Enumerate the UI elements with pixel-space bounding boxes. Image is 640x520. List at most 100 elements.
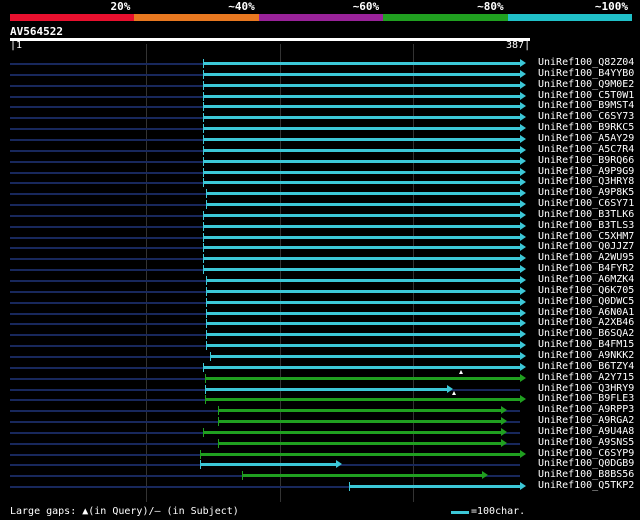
- hit-name-link[interactable]: UniRef100_B6TZY4: [538, 361, 634, 372]
- hit-name-link[interactable]: UniRef100_A9P9G9: [538, 166, 634, 177]
- hit-bar[interactable]: [202, 72, 520, 76]
- hit-bar[interactable]: [202, 268, 520, 272]
- hit-arrow-icon: [520, 189, 526, 198]
- hit-bar[interactable]: [206, 322, 520, 326]
- hit-name-link[interactable]: UniRef100_A6N0A1: [538, 307, 634, 318]
- hit-bar[interactable]: [202, 116, 520, 120]
- hit-bar[interactable]: [202, 127, 520, 131]
- hit-bar[interactable]: [204, 376, 520, 380]
- hit-name-link[interactable]: UniRef100_A9SNS5: [538, 437, 634, 448]
- hit-arrow-icon: [520, 69, 526, 78]
- hit-bar[interactable]: [200, 452, 520, 456]
- hit-name-link[interactable]: UniRef100_C6SY71: [538, 198, 634, 209]
- hit-name-link[interactable]: UniRef100_Q9M0E2: [538, 79, 634, 90]
- hit-name-link[interactable]: UniRef100_B4YYB0: [538, 68, 634, 79]
- hit-name-link[interactable]: UniRef100_B9RQ66: [538, 155, 634, 166]
- hit-name-link[interactable]: UniRef100_B4FYR2: [538, 263, 634, 274]
- hit-name-link[interactable]: UniRef100_Q0DGB9: [538, 458, 634, 469]
- hit-name-link[interactable]: UniRef100_Q0DWC5: [538, 296, 634, 307]
- hit-name-link[interactable]: UniRef100_Q5TKP2: [538, 480, 634, 491]
- hit-bar[interactable]: [202, 235, 520, 239]
- hit-arrow-icon: [520, 362, 526, 371]
- hit-name-link[interactable]: UniRef100_C6SYP9: [538, 448, 634, 459]
- hit-start-mark: [206, 308, 208, 318]
- hit-name-link[interactable]: UniRef100_B3TLK6: [538, 209, 634, 220]
- hit-start-mark: [202, 134, 204, 144]
- hit-bar[interactable]: [204, 387, 448, 391]
- hit-name-link[interactable]: UniRef100_C5XHM7: [538, 231, 634, 242]
- hit-bar[interactable]: [218, 420, 501, 424]
- hit-start-mark: [218, 417, 220, 427]
- hit-name-link[interactable]: UniRef100_C6SY73: [538, 111, 634, 122]
- hit-name-link[interactable]: UniRef100_A9U4A8: [538, 426, 634, 437]
- hit-bar[interactable]: [204, 398, 520, 402]
- hit-name-link[interactable]: UniRef100_C5T0W1: [538, 90, 634, 101]
- hit-arrow-icon: [520, 482, 526, 491]
- hit-bar[interactable]: [218, 409, 501, 413]
- hit-name-link[interactable]: UniRef100_A5C7R4: [538, 144, 634, 155]
- hit-name-link[interactable]: UniRef100_A2XB46: [538, 317, 634, 328]
- hit-bar[interactable]: [206, 289, 520, 293]
- hit-bar[interactable]: [206, 279, 520, 282]
- hit-bar[interactable]: [218, 441, 501, 445]
- hit-name-link[interactable]: UniRef100_Q0JJZ7: [538, 241, 634, 252]
- hit-bar[interactable]: [202, 137, 520, 141]
- hit-bar[interactable]: [349, 485, 520, 489]
- hit-name-link[interactable]: UniRef100_B9MST4: [538, 100, 634, 111]
- hit-bar[interactable]: [202, 105, 520, 109]
- hit-start-mark: [206, 189, 208, 199]
- hit-start-mark: [206, 319, 208, 329]
- hit-bar[interactable]: [202, 365, 520, 369]
- hit-name-link[interactable]: UniRef100_B3TLS3: [538, 220, 634, 231]
- hit-bar[interactable]: [202, 224, 520, 228]
- hit-name-link[interactable]: UniRef100_A2Y715: [538, 372, 634, 383]
- hit-name-link[interactable]: UniRef100_Q82Z04: [538, 57, 634, 68]
- hit-arrow-icon: [520, 308, 526, 317]
- hit-bar[interactable]: [202, 430, 501, 434]
- hit-bar[interactable]: [206, 333, 520, 337]
- hit-bar[interactable]: [206, 203, 520, 207]
- hit-name-link[interactable]: UniRef100_A9P8K5: [538, 187, 634, 198]
- hit-bar[interactable]: [202, 83, 520, 87]
- ruler-end-label: 387: [506, 40, 525, 51]
- hit-bar[interactable]: [202, 62, 520, 65]
- hit-bar[interactable]: [209, 354, 520, 358]
- hit-bar[interactable]: [202, 257, 520, 261]
- hit-bar[interactable]: [202, 170, 520, 174]
- hit-name-link[interactable]: UniRef100_A2WU95: [538, 252, 634, 263]
- hit-bar[interactable]: [202, 94, 520, 98]
- hit-start-mark: [202, 113, 204, 123]
- hit-name-link[interactable]: UniRef100_A5AY29: [538, 133, 634, 144]
- ruler-end-tick: 387|: [506, 40, 531, 51]
- hit-bar[interactable]: [202, 148, 520, 152]
- hit-arrow-icon: [520, 210, 526, 219]
- hit-arrow-icon: [520, 265, 526, 274]
- hit-bar[interactable]: [242, 474, 482, 478]
- hit-name-link[interactable]: UniRef100_B8BS56: [538, 469, 634, 480]
- hit-name-link[interactable]: UniRef100_Q6K705: [538, 285, 634, 296]
- hit-name-link[interactable]: UniRef100_A6MZK4: [538, 274, 634, 285]
- hit-name-link[interactable]: UniRef100_A9RGA2: [538, 415, 634, 426]
- hit-start-mark: [202, 427, 204, 437]
- hit-name-link[interactable]: UniRef100_A9NKK2: [538, 350, 634, 361]
- hit-name-link[interactable]: UniRef100_Q3HRY9: [538, 383, 634, 394]
- hit-bar[interactable]: [202, 213, 520, 217]
- hit-arrow-icon: [520, 341, 526, 350]
- hit-name-link[interactable]: UniRef100_B9RKC5: [538, 122, 634, 133]
- hit-bar[interactable]: [202, 159, 520, 163]
- hit-name-link[interactable]: UniRef100_B6SQA2: [538, 328, 634, 339]
- hit-bar[interactable]: [206, 300, 520, 304]
- scale-label: 20%: [110, 0, 131, 13]
- hit-bar[interactable]: [206, 192, 520, 196]
- hit-start-mark: [202, 265, 204, 275]
- hit-bar[interactable]: [200, 463, 337, 467]
- hit-bar[interactable]: [202, 246, 520, 250]
- hit-name-link[interactable]: UniRef100_Q3HRY8: [538, 176, 634, 187]
- hit-bar[interactable]: [206, 311, 520, 315]
- hit-bar[interactable]: [206, 344, 520, 348]
- hit-row[interactable]: UniRef100_Q5TKP2: [0, 480, 640, 492]
- hit-name-link[interactable]: UniRef100_B4FM15: [538, 339, 634, 350]
- hit-name-link[interactable]: UniRef100_A9RPP3: [538, 404, 634, 415]
- hit-bar[interactable]: [202, 181, 520, 185]
- hit-name-link[interactable]: UniRef100_B9FLE3: [538, 393, 634, 404]
